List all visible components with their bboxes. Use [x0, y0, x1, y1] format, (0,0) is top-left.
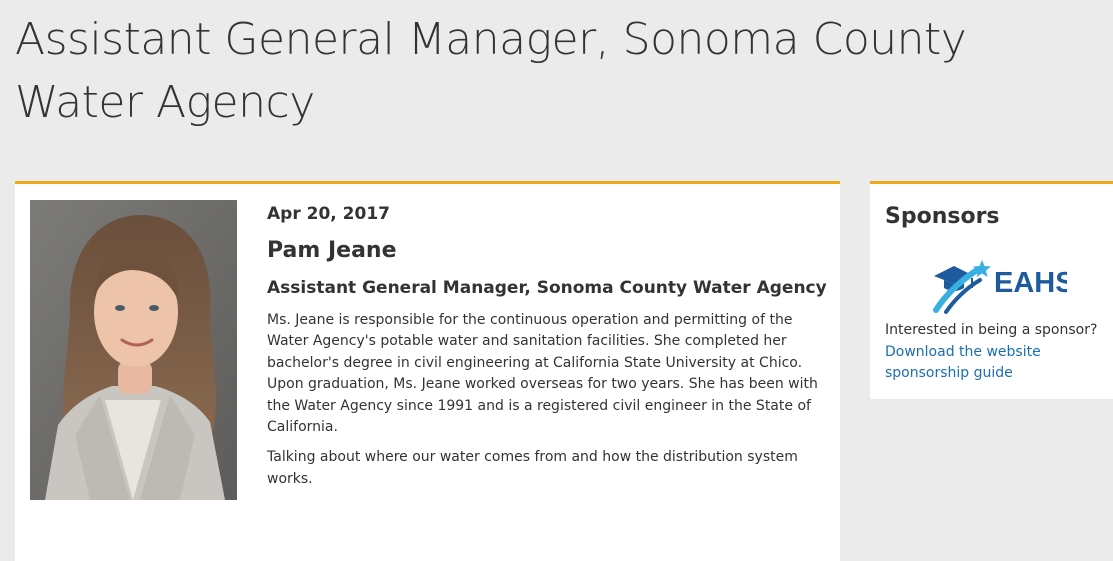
- sponsor-logo[interactable]: EAHS: [932, 258, 1075, 316]
- post-date: Apr 20, 2017: [267, 204, 390, 224]
- sponsor-prompt: Interested in being a sponsor?: [885, 322, 1098, 338]
- sponsor-info: Interested in being a sponsor? Download …: [885, 320, 1113, 385]
- speaker-role: Assistant General Manager, Sonoma County…: [267, 278, 827, 298]
- sponsors-title: Sponsors: [885, 204, 1000, 229]
- speaker-bio: Apr 20, 2017 Pam Jeane Assistant General…: [267, 202, 832, 490]
- page-title: Assistant General Manager, Sonoma County…: [15, 14, 967, 128]
- sponsors-card: Sponsors EAHS Interested in being a spon…: [870, 181, 1113, 399]
- sponsor-logo-text: EAHS: [994, 267, 1067, 299]
- speaker-card: Apr 20, 2017 Pam Jeane Assistant General…: [15, 181, 840, 561]
- sponsorship-guide-link[interactable]: Download the website sponsorship guide: [885, 342, 1065, 385]
- speaker-bio-text: Ms. Jeane is responsible for the continu…: [267, 312, 818, 436]
- talk-description: Talking about where our water comes from…: [267, 449, 798, 487]
- speaker-name: Pam Jeane: [267, 238, 397, 263]
- speaker-photo: [30, 200, 237, 500]
